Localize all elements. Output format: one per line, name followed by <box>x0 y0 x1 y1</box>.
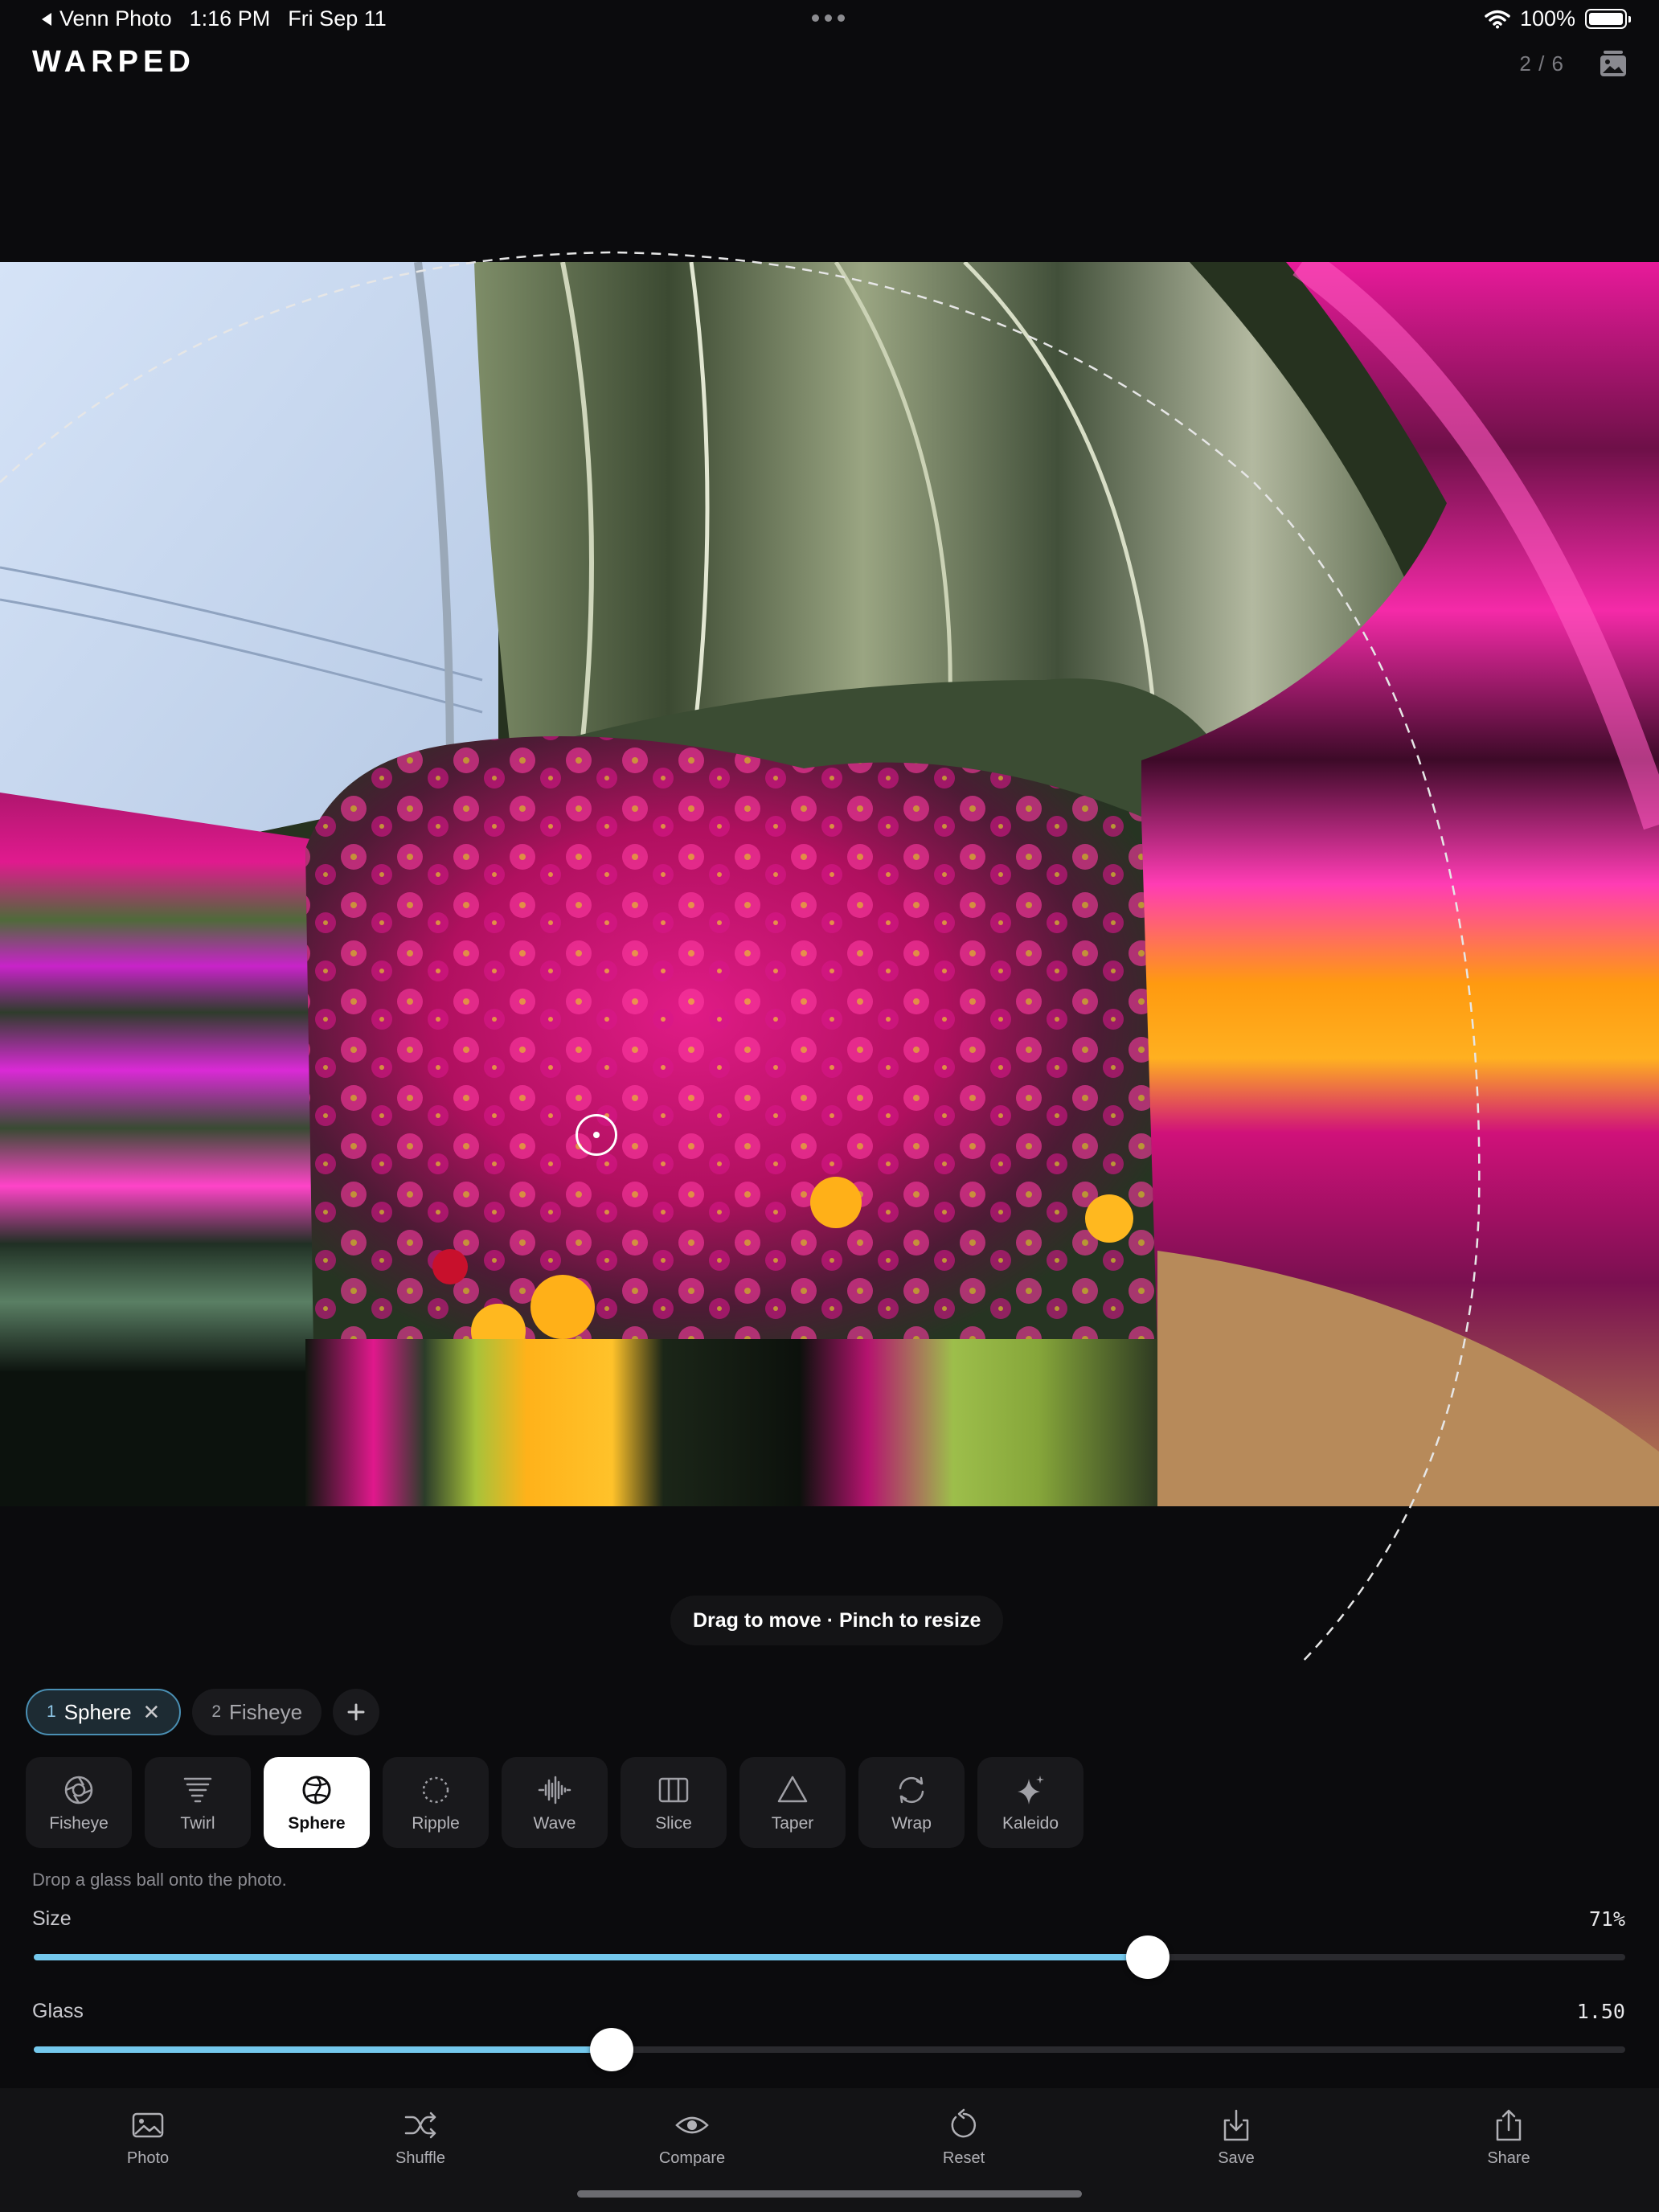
effect-tile-label: Taper <box>771 1813 814 1833</box>
photo-button[interactable]: Photo <box>92 2108 204 2168</box>
effect-tile-taper[interactable]: Taper <box>739 1757 846 1848</box>
effect-tile-label: Wrap <box>891 1813 932 1833</box>
effect-tile-kaleido[interactable]: Kaleido <box>977 1757 1083 1848</box>
effect-tile-ripple[interactable]: Ripple <box>383 1757 489 1848</box>
effect-tile-wave[interactable]: Wave <box>502 1757 608 1848</box>
home-indicator[interactable] <box>577 2190 1082 2198</box>
effect-tile-label: Wave <box>533 1813 576 1833</box>
wifi-icon <box>1485 10 1510 28</box>
taper-icon <box>777 1776 808 1802</box>
add-layer-button[interactable] <box>333 1689 380 1735</box>
share-button[interactable]: Share <box>1452 2108 1565 2168</box>
fisheye-icon <box>64 1776 93 1804</box>
layer-chips: 1 Sphere ✕ 2 Fisheye <box>26 1689 380 1735</box>
save-button[interactable]: Save <box>1180 2108 1292 2168</box>
shuffle-button[interactable]: Shuffle <box>364 2108 477 2168</box>
size-slider[interactable] <box>34 1936 1625 1979</box>
toolbar-label: Share <box>1487 2149 1530 2167</box>
status-date: Fri Sep 11 <box>288 6 387 31</box>
effect-tile-label: Sphere <box>288 1813 346 1833</box>
gesture-hint: Drag to move · Pinch to resize <box>670 1596 1004 1645</box>
slice-icon <box>658 1777 689 1802</box>
compare-button[interactable]: Compare <box>636 2108 748 2168</box>
size-slider-fill <box>34 1954 1148 1960</box>
layer-chip-label: Fisheye <box>229 1699 303 1724</box>
warped-photo-canvas[interactable] <box>0 262 1659 1506</box>
toolbar-label: Shuffle <box>395 2149 445 2167</box>
layer-chip-index: 2 <box>211 1702 222 1721</box>
effect-tile-slice[interactable]: Slice <box>621 1757 727 1848</box>
size-slider-thumb[interactable] <box>1126 1936 1169 1979</box>
effect-tile-label: Twirl <box>180 1813 215 1833</box>
effect-tile-label: Slice <box>655 1813 692 1833</box>
photo-icon <box>132 2112 164 2138</box>
size-slider-label: Size <box>32 1907 72 1930</box>
toolbar-label: Photo <box>126 2149 170 2167</box>
status-time: 1:16 PM <box>189 6 271 31</box>
multitasking-dots-icon[interactable] <box>812 14 845 22</box>
reset-icon <box>951 2108 977 2138</box>
app-title: WARPED <box>32 45 195 79</box>
glass-slider[interactable] <box>34 2028 1625 2071</box>
photo-counter: 2 / 6 <box>1519 51 1564 76</box>
glass-slider-thumb[interactable] <box>589 2028 633 2071</box>
sphere-center-handle[interactable] <box>576 1114 617 1156</box>
glass-slider-fill <box>34 2046 612 2053</box>
effect-picker: Fisheye Twirl Sphere Ripple Wave Slice T… <box>26 1757 1083 1848</box>
glass-slider-label: Glass <box>32 2000 84 2022</box>
remove-layer-icon[interactable]: ✕ <box>143 1700 161 1725</box>
effect-tile-label: Ripple <box>412 1813 460 1833</box>
toolbar-label: Reset <box>942 2149 985 2167</box>
save-icon <box>1223 2109 1249 2141</box>
effect-tile-sphere[interactable]: Sphere <box>264 1757 370 1848</box>
back-triangle-icon <box>42 12 51 26</box>
shuffle-icon <box>404 2112 436 2139</box>
effect-tile-fisheye[interactable]: Fisheye <box>26 1757 132 1848</box>
wrap-icon <box>899 1776 924 1803</box>
layer-chip-index: 1 <box>47 1702 56 1721</box>
warped-photo <box>0 262 1659 1506</box>
effect-tile-wrap[interactable]: Wrap <box>858 1757 965 1848</box>
ripple-icon <box>422 1776 449 1803</box>
effect-tile-label: Kaleido <box>1002 1813 1059 1833</box>
back-to-app-link[interactable]: Venn Photo <box>40 6 172 31</box>
battery-icon <box>1585 9 1631 29</box>
glass-slider-value: 1.50 <box>1576 2000 1625 2023</box>
plus-icon <box>347 1703 365 1721</box>
sphere-icon <box>302 1776 331 1804</box>
effect-tile-label: Fisheye <box>49 1813 109 1833</box>
eye-icon <box>675 2116 709 2134</box>
share-icon <box>1496 2109 1522 2141</box>
back-app-label: Venn Photo <box>59 6 172 31</box>
layer-chip-sphere[interactable]: 1 Sphere ✕ <box>26 1689 182 1735</box>
gallery-icon[interactable] <box>1596 47 1630 80</box>
effect-tile-twirl[interactable]: Twirl <box>145 1757 251 1848</box>
twirl-icon <box>183 1777 212 1802</box>
toolbar-label: Compare <box>658 2149 726 2167</box>
size-slider-value: 71% <box>1588 1907 1625 1931</box>
toolbar-label: Save <box>1218 2149 1255 2167</box>
status-bar: Venn Photo 1:16 PM Fri Sep 11 100% <box>0 0 1659 39</box>
kaleido-icon <box>1018 1775 1044 1804</box>
wave-icon <box>538 1776 571 1804</box>
layer-chip-fisheye[interactable]: 2 Fisheye <box>192 1689 322 1735</box>
layer-chip-label: Sphere <box>63 1699 132 1724</box>
effect-description: Drop a glass ball onto the photo. <box>32 1870 287 1890</box>
battery-percent: 100% <box>1519 6 1575 31</box>
reset-button[interactable]: Reset <box>907 2108 1020 2168</box>
